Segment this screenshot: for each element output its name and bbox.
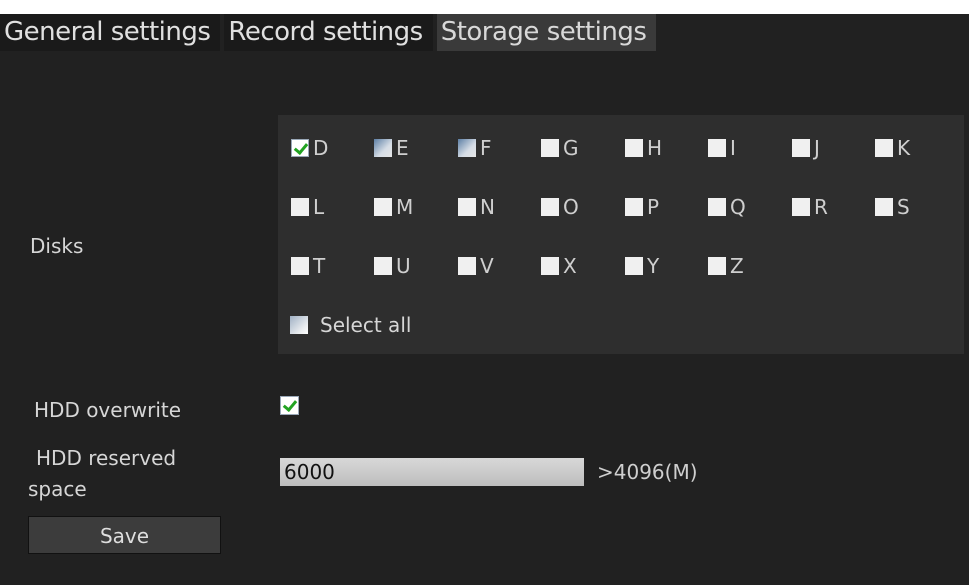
disk-letter-label: T — [313, 254, 326, 278]
disk-checkbox-box — [291, 257, 309, 275]
select-all-checkbox[interactable]: Select all — [290, 313, 411, 337]
disk-checkbox-box — [458, 198, 476, 216]
disk-x-checkbox[interactable]: X — [541, 254, 577, 278]
disk-e-checkbox[interactable]: E — [374, 136, 409, 160]
disk-letter-label: Y — [647, 254, 660, 278]
disk-letter-label: R — [814, 195, 828, 219]
disk-q-checkbox[interactable]: Q — [708, 195, 746, 219]
right-border — [969, 0, 973, 585]
disk-g-checkbox[interactable]: G — [541, 136, 579, 160]
disk-h-checkbox[interactable]: H — [625, 136, 662, 160]
disk-l-checkbox[interactable]: L — [291, 195, 324, 219]
disk-z-checkbox[interactable]: Z — [708, 254, 744, 278]
disk-o-checkbox[interactable]: O — [541, 195, 579, 219]
hdd-reserved-input[interactable] — [280, 458, 584, 486]
disk-letter-label: E — [396, 136, 409, 160]
disk-letter-label: X — [563, 254, 577, 278]
hdd-overwrite-checkbox[interactable] — [280, 396, 303, 415]
disk-t-checkbox[interactable]: T — [291, 254, 325, 278]
disk-checkbox-box — [291, 139, 309, 157]
hdd-reserved-label-line1: HDD reserved — [36, 446, 177, 470]
disk-letter-label: O — [563, 195, 579, 219]
disk-letter-label: P — [647, 195, 660, 219]
hdd-reserved-unit-note: >4096(M) — [597, 460, 698, 484]
disk-letter-label: Z — [730, 254, 744, 278]
settings-tabs: General settings Record settings Storage… — [0, 14, 660, 51]
select-all-box — [290, 316, 308, 334]
disk-checkbox-box — [374, 139, 392, 157]
disk-i-checkbox[interactable]: I — [708, 136, 736, 160]
disk-checkbox-box — [792, 139, 810, 157]
disk-letter-label: H — [647, 136, 663, 160]
disk-checkbox-box — [374, 198, 392, 216]
disk-v-checkbox[interactable]: V — [458, 254, 494, 278]
tab-record-settings[interactable]: Record settings — [224, 14, 433, 51]
disk-checkbox-box — [374, 257, 392, 275]
disk-u-checkbox[interactable]: U — [374, 254, 411, 278]
disk-p-checkbox[interactable]: P — [625, 195, 659, 219]
tab-general-settings[interactable]: General settings — [0, 14, 221, 51]
disk-letter-label: I — [730, 136, 736, 160]
tab-storage-settings[interactable]: Storage settings — [436, 14, 657, 51]
disk-f-checkbox[interactable]: F — [458, 136, 492, 160]
disk-letter-label: N — [480, 195, 495, 219]
disk-letter-label: U — [396, 254, 411, 278]
disk-checkbox-box — [875, 198, 893, 216]
disk-checkbox-box — [625, 198, 643, 216]
disk-checkbox-box — [875, 139, 893, 157]
hdd-reserved-label-line2: space — [28, 477, 87, 501]
select-all-label: Select all — [320, 313, 412, 337]
disk-letter-label: J — [814, 136, 820, 160]
disk-checkbox-box — [792, 198, 810, 216]
disk-s-checkbox[interactable]: S — [875, 195, 910, 219]
save-button[interactable]: Save — [28, 516, 221, 554]
disk-letter-label: G — [563, 136, 579, 160]
disk-letter-label: L — [313, 195, 325, 219]
hdd-overwrite-box — [280, 396, 299, 415]
disk-checkbox-box — [291, 198, 309, 216]
disk-checkbox-box — [708, 139, 726, 157]
disk-letter-label: V — [480, 254, 494, 278]
disks-label: Disks — [30, 234, 84, 258]
disk-checkbox-box — [708, 198, 726, 216]
disk-checkbox-box — [541, 257, 559, 275]
disk-j-checkbox[interactable]: J — [792, 136, 820, 160]
disk-y-checkbox[interactable]: Y — [625, 254, 659, 278]
disk-checkbox-box — [458, 139, 476, 157]
disk-k-checkbox[interactable]: K — [875, 136, 910, 160]
disk-letter-label: D — [313, 136, 329, 160]
disk-n-checkbox[interactable]: N — [458, 195, 495, 219]
disk-r-checkbox[interactable]: R — [792, 195, 828, 219]
hdd-overwrite-label: HDD overwrite — [34, 398, 182, 422]
disk-checkbox-box — [625, 257, 643, 275]
disk-letter-label: K — [897, 136, 911, 160]
disk-checkbox-box — [458, 257, 476, 275]
disk-checkbox-box — [541, 198, 559, 216]
disk-letter-label: M — [396, 195, 414, 219]
disk-checkbox-box — [708, 257, 726, 275]
disk-letter-label: Q — [730, 195, 746, 219]
top-border — [0, 0, 973, 14]
disk-d-checkbox[interactable]: D — [291, 136, 328, 160]
disk-m-checkbox[interactable]: M — [374, 195, 413, 219]
disk-checkbox-box — [625, 139, 643, 157]
disk-letter-label: F — [480, 136, 492, 160]
disk-checkbox-box — [541, 139, 559, 157]
disk-letter-label: S — [897, 195, 910, 219]
